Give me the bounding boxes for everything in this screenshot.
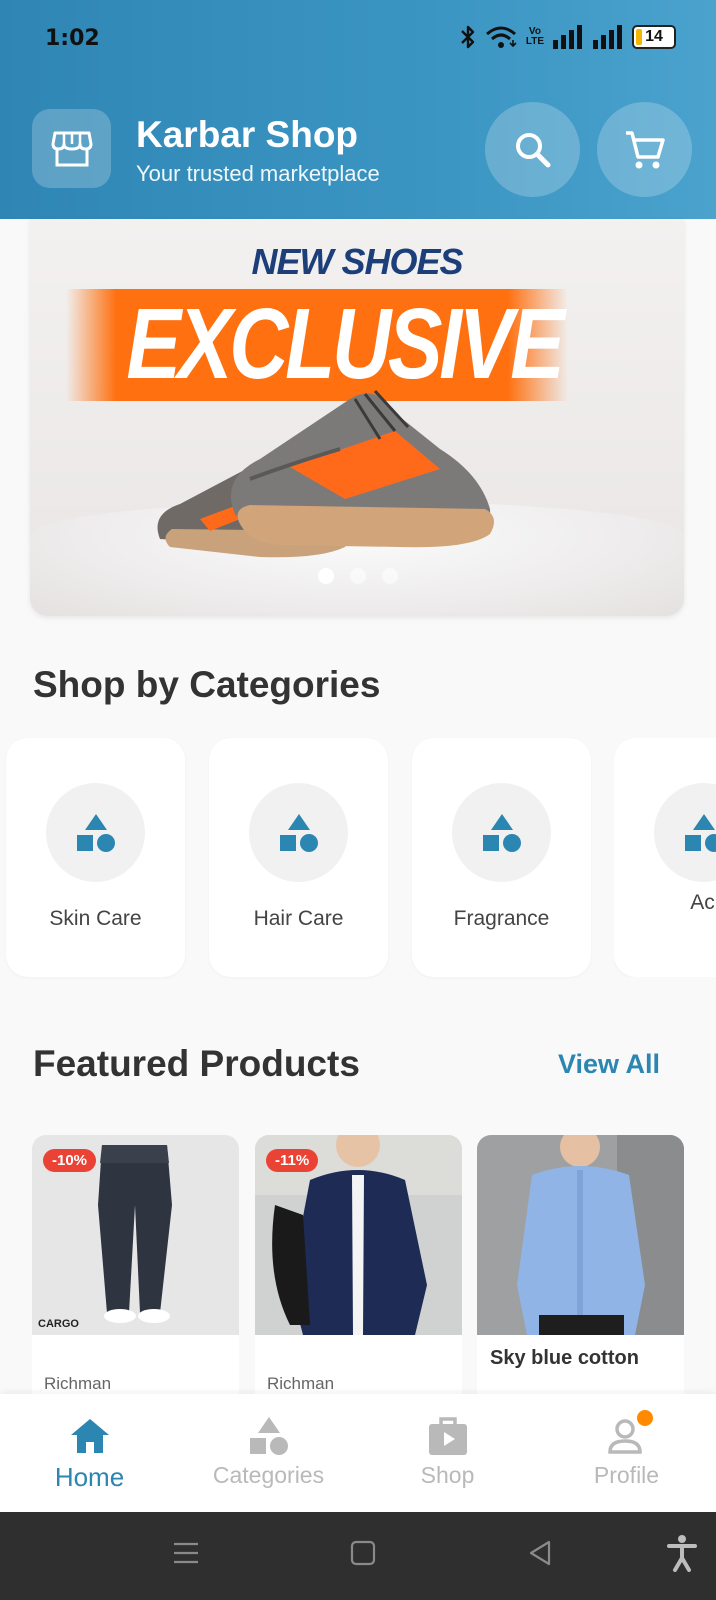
status-time: 1:02 bbox=[45, 26, 100, 51]
view-all-link[interactable]: View All bbox=[558, 1049, 660, 1080]
category-card-fragrance[interactable]: Fragrance bbox=[412, 738, 591, 977]
product-image bbox=[477, 1135, 684, 1335]
home-icon bbox=[70, 1419, 109, 1453]
search-button[interactable] bbox=[485, 102, 580, 197]
nav-label: Shop bbox=[420, 1462, 475, 1488]
home-square-icon[interactable] bbox=[350, 1540, 376, 1566]
product-brand: Richman bbox=[267, 1374, 335, 1393]
shapes-icon bbox=[279, 813, 318, 852]
banner-kicker: NEW SHOES bbox=[251, 241, 463, 282]
app-title: Karbar Shop bbox=[136, 114, 359, 155]
categories-icon bbox=[249, 1417, 288, 1455]
category-overflow-clip: Acne & Agin bbox=[614, 738, 716, 977]
cart-button[interactable] bbox=[597, 102, 692, 197]
category-card-skin-care[interactable]: Skin Care bbox=[6, 738, 185, 977]
notification-dot bbox=[636, 1410, 653, 1426]
bluetooth-icon bbox=[460, 25, 475, 49]
nav-profile[interactable]: Profile bbox=[537, 1394, 716, 1512]
menu-icon[interactable] bbox=[173, 1540, 199, 1566]
shop-bag-icon bbox=[428, 1417, 467, 1455]
promo-banner[interactable]: NEW SHOES EXCLUSIVE bbox=[30, 219, 684, 616]
shapes-icon bbox=[76, 813, 115, 852]
featured-title: Featured Products bbox=[33, 1043, 360, 1084]
nav-label: Home bbox=[54, 1462, 125, 1492]
volte-indicator: Vo LTE bbox=[525, 26, 544, 47]
carousel-dot[interactable] bbox=[318, 568, 334, 584]
carousel-dots bbox=[318, 568, 398, 584]
search-icon bbox=[515, 132, 550, 167]
shapes-icon bbox=[684, 813, 716, 852]
category-card-hair-care[interactable]: Hair Care bbox=[209, 738, 388, 977]
shapes-icon bbox=[482, 813, 521, 852]
bottom-navigation: Home Categories Shop Profile bbox=[0, 1394, 716, 1512]
product-card-cargo[interactable]: CARGO -10% Richman bbox=[32, 1135, 239, 1395]
signal-icon-2 bbox=[593, 25, 622, 49]
store-icon bbox=[51, 131, 92, 166]
cart-icon bbox=[625, 130, 665, 168]
product-name: Sky blue cotton bbox=[490, 1347, 639, 1369]
product-brand: Richman bbox=[44, 1374, 112, 1393]
discount-badge: -10% bbox=[43, 1149, 97, 1172]
category-label: Acne & Agin bbox=[690, 891, 716, 944]
nav-home[interactable]: Home bbox=[0, 1394, 179, 1512]
battery-indicator: 14 bbox=[632, 25, 676, 49]
carousel-dot[interactable] bbox=[382, 568, 398, 584]
category-card-acne-aging[interactable]: Acne & Agin bbox=[614, 738, 716, 977]
category-label: Fragrance bbox=[453, 907, 550, 930]
category-label: Hair Care bbox=[253, 907, 344, 930]
accessibility-icon[interactable] bbox=[667, 1534, 697, 1572]
nav-label: Categories bbox=[212, 1462, 325, 1488]
categories-title: Shop by Categories bbox=[33, 664, 381, 705]
product-card-sky-blue[interactable]: Sky blue cotton bbox=[477, 1135, 684, 1395]
app-subtitle: Your trusted marketplace bbox=[136, 161, 380, 186]
nav-categories[interactable]: Categories bbox=[179, 1394, 358, 1512]
store-logo bbox=[32, 109, 111, 188]
sneaker-image bbox=[157, 389, 494, 558]
discount-badge: -11% bbox=[266, 1149, 319, 1172]
wifi-icon bbox=[485, 26, 517, 48]
carousel-dot[interactable] bbox=[350, 568, 366, 584]
product-card-navy-shirt[interactable]: -11% Richman bbox=[255, 1135, 462, 1395]
svg-text:CARGO: CARGO bbox=[38, 1318, 79, 1330]
app-header: 1:02 Vo LTE 14 Karbar Shop Your trusted m… bbox=[0, 0, 716, 219]
system-navigation-bar bbox=[0, 1512, 716, 1600]
category-label: Skin Care bbox=[49, 907, 142, 930]
status-icons: Vo LTE 14 bbox=[460, 24, 676, 50]
back-icon[interactable] bbox=[527, 1540, 553, 1566]
nav-shop[interactable]: Shop bbox=[358, 1394, 537, 1512]
nav-label: Profile bbox=[593, 1462, 660, 1488]
signal-icon-1 bbox=[553, 25, 582, 49]
